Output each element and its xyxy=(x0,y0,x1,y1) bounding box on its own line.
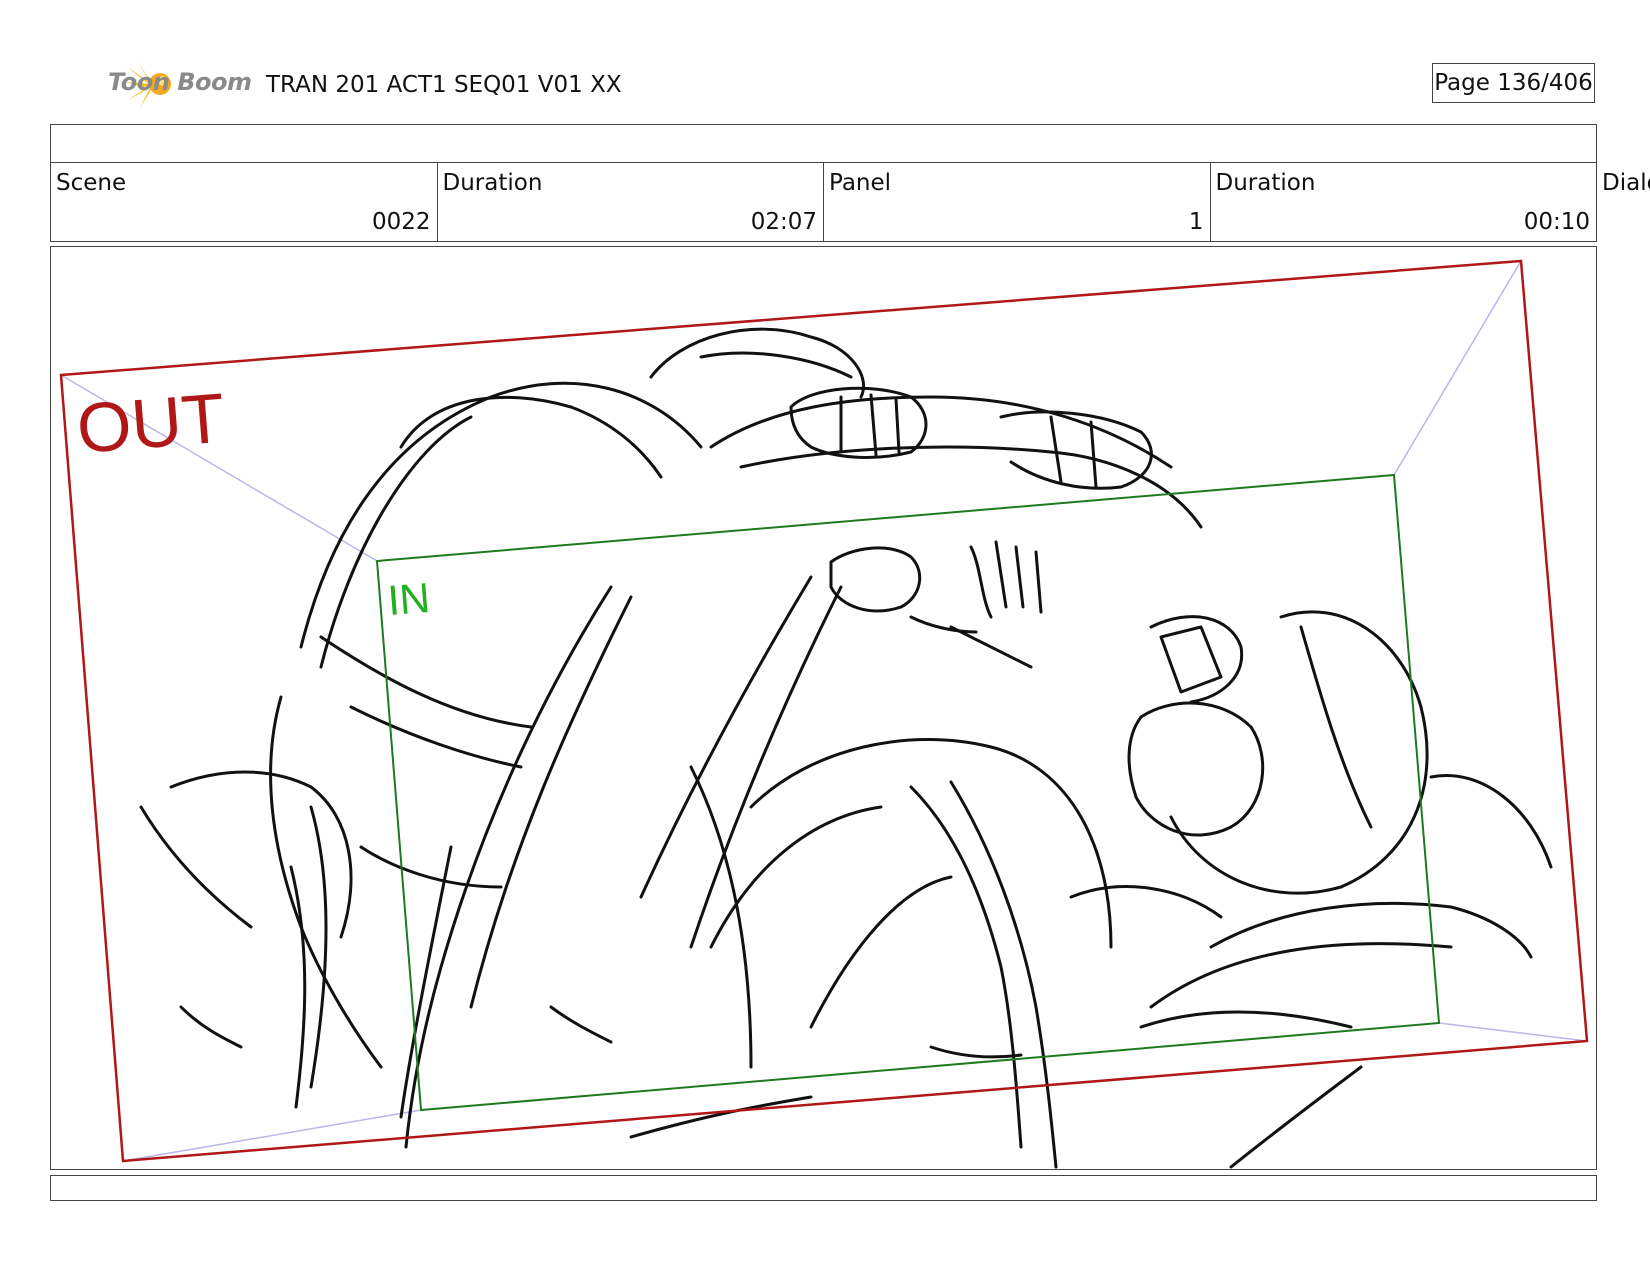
storyboard-panel: OUT IN xyxy=(50,246,1597,1170)
top-strip xyxy=(50,124,1597,163)
out-frame xyxy=(59,259,1589,1163)
sketch-lines xyxy=(139,327,1553,1169)
page-indicator: Page 136/406 xyxy=(1432,63,1595,103)
panel-drawing: OUT IN xyxy=(59,259,1589,1169)
panel-label: Panel xyxy=(829,170,892,196)
scene-info-row: Scene 0022 Duration 02:07 Panel 1 Durati… xyxy=(50,162,1597,242)
scene-value: 0022 xyxy=(371,209,431,235)
document-title: TRAN 201 ACT1 SEQ01 V01 XX xyxy=(266,72,622,98)
dialog-label: Dialo xyxy=(1602,170,1650,196)
panel-duration-label: Duration xyxy=(1215,170,1316,196)
perspective-guides xyxy=(60,260,1588,1162)
logo-wordmark: Toon Boom xyxy=(108,68,252,96)
panel-duration-cell: Duration 00:10 xyxy=(1211,162,1597,241)
panel-value: 1 xyxy=(1188,209,1204,235)
scene-duration-cell: Duration 02:07 xyxy=(438,162,824,241)
out-frame-label: OUT xyxy=(74,379,227,468)
page-number: Page 136/406 xyxy=(1434,70,1593,96)
scene-duration-value: 02:07 xyxy=(750,209,817,235)
scene-duration-label: Duration xyxy=(442,170,543,196)
scene-label: Scene xyxy=(56,170,127,196)
in-frame-label: IN xyxy=(386,574,432,624)
panel-duration-value: 00:10 xyxy=(1523,209,1590,235)
bottom-strip xyxy=(50,1175,1597,1201)
scene-cell: Scene 0022 xyxy=(51,162,438,241)
panel-cell: Panel 1 xyxy=(824,162,1211,241)
